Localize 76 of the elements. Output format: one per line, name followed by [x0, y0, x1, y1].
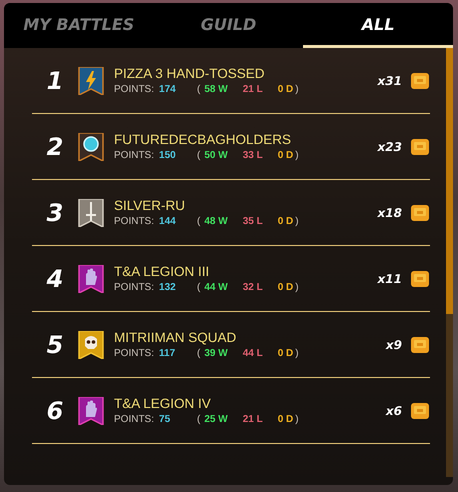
wins-count: 48 W	[204, 216, 228, 227]
losses-count: 21 L	[242, 414, 263, 425]
lightning-banner-icon	[78, 66, 104, 94]
sword-banner-icon	[78, 198, 104, 226]
parenthesis: )	[295, 282, 299, 293]
wins-count: 44 W	[204, 282, 228, 293]
tab[interactable]: GUILD	[154, 3, 304, 48]
guild-name: T&A LEGION III	[114, 264, 210, 279]
draws-count: 0 D	[278, 84, 294, 95]
parenthesis: )	[295, 150, 299, 161]
losses-count: 44 L	[242, 348, 263, 359]
guild-name: FUTUREDECBAGHOLDERS	[114, 132, 292, 147]
points-label: POINTS:	[114, 216, 154, 227]
hand-banner-icon	[78, 264, 104, 292]
losses-count: 35 L	[242, 216, 263, 227]
chest-multiplier: x31	[378, 74, 402, 88]
points-value: 117	[159, 348, 176, 359]
wins-count: 39 W	[204, 348, 228, 359]
chest-icon	[410, 202, 430, 222]
points-label: POINTS:	[114, 414, 154, 425]
losses-count: 32 L	[242, 282, 263, 293]
scrollbar[interactable]	[446, 48, 453, 477]
wins-count: 25 W	[204, 414, 228, 425]
orb-banner-icon	[78, 132, 104, 160]
chest-icon	[410, 334, 430, 354]
chest-multiplier: x23	[378, 140, 402, 154]
parenthesis: )	[295, 348, 299, 359]
chest-icon	[410, 70, 430, 90]
points-value: 174	[159, 84, 177, 95]
losses-count: 21 L	[242, 84, 263, 95]
rank-number: 5	[46, 330, 64, 358]
chest-multiplier: x6	[386, 404, 402, 418]
parenthesis: (	[197, 216, 200, 227]
tab[interactable]: ALL	[303, 3, 453, 48]
draws-count: 0 D	[278, 282, 294, 293]
rank-number: 6	[46, 396, 64, 424]
guild-name: MITRIIMAN SQUAD	[114, 330, 238, 345]
parenthesis: )	[295, 84, 299, 95]
losses-count: 33 L	[242, 150, 263, 161]
chest-multiplier: x11	[378, 272, 402, 286]
points-label: POINTS:	[114, 84, 154, 95]
parenthesis: )	[295, 216, 299, 227]
parenthesis: (	[197, 414, 200, 425]
parenthesis: (	[197, 150, 200, 161]
guild-name: SILVER-RU	[114, 198, 186, 213]
points-label: POINTS:	[114, 348, 154, 359]
draws-count: 0 D	[278, 150, 294, 161]
parenthesis: (	[197, 84, 200, 95]
skull-banner-icon	[78, 330, 104, 358]
rank-number: 1	[46, 66, 64, 94]
parenthesis: (	[197, 282, 200, 293]
chest-icon	[410, 136, 430, 156]
wins-count: 50 W	[204, 150, 228, 161]
chest-icon	[410, 268, 430, 288]
draws-count: 0 D	[278, 348, 294, 359]
chest-icon	[410, 400, 430, 420]
rank-number: 4	[46, 264, 64, 292]
points-value: 75	[159, 414, 172, 425]
tab[interactable]: MY BATTLES	[4, 3, 154, 48]
points-value: 132	[159, 282, 177, 293]
chest-multiplier: x18	[378, 206, 402, 220]
points-label: POINTS:	[114, 150, 154, 161]
rank-number: 2	[46, 132, 64, 160]
guild-name: PIZZA 3 HAND-TOSSED	[114, 66, 266, 81]
points-value: 150	[159, 150, 177, 161]
parenthesis: )	[295, 414, 299, 425]
points-value: 144	[159, 216, 177, 227]
chest-multiplier: x9	[386, 338, 402, 352]
points-label: POINTS:	[114, 282, 154, 293]
wins-count: 58 W	[204, 84, 228, 95]
parenthesis: (	[197, 348, 200, 359]
rank-number: 3	[46, 198, 64, 226]
draws-count: 0 D	[278, 216, 294, 227]
hand-banner-icon	[78, 396, 104, 424]
guild-name: T&A LEGION IV	[114, 396, 212, 411]
draws-count: 0 D	[278, 414, 294, 425]
